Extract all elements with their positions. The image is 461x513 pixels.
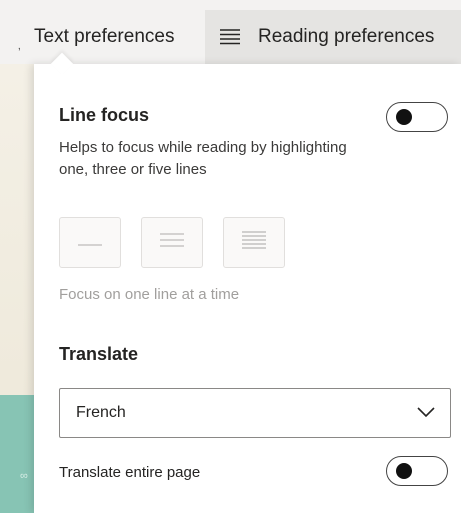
tab-scroll-mark: ‚ <box>18 38 21 52</box>
line-focus-three-lines-button[interactable] <box>141 217 203 268</box>
line-focus-title: Line focus <box>59 105 150 125</box>
translate-entire-page-label: Translate entire page <box>59 464 201 481</box>
page-background-image <box>0 395 34 513</box>
preferences-tab-bar: ‚ Text preferences Reading preferences <box>0 10 461 64</box>
page-background-mark: ∞ <box>20 470 28 482</box>
tab-reading-preferences[interactable]: Reading preferences <box>205 10 461 64</box>
tab-text-preferences[interactable]: Text preferences <box>24 10 204 64</box>
line-focus-one-line-button[interactable] <box>59 217 121 268</box>
five-lines-icon <box>242 230 266 255</box>
tab-text-preferences-label: Text preferences <box>34 26 175 47</box>
lines-icon <box>219 28 241 46</box>
translate-language-dropdown[interactable]: French <box>59 388 451 438</box>
line-focus-five-lines-button[interactable] <box>223 217 285 268</box>
line-focus-hint: Focus on one line at a time <box>59 286 240 303</box>
chevron-down-icon <box>416 405 436 419</box>
toggle-knob <box>396 109 412 125</box>
tab-reading-preferences-label: Reading preferences <box>258 26 435 47</box>
translate-title: Translate <box>59 344 139 364</box>
reading-preferences-panel: Line focus Helps to focus while reading … <box>34 52 461 513</box>
translate-entire-page-toggle[interactable] <box>386 456 448 486</box>
translate-language-value: French <box>76 404 126 421</box>
line-focus-toggle[interactable] <box>386 102 448 132</box>
toggle-knob <box>396 463 412 479</box>
line-focus-description: Helps to focus while reading by highligh… <box>59 139 347 178</box>
one-line-icon <box>78 234 102 252</box>
three-lines-icon <box>160 232 184 253</box>
